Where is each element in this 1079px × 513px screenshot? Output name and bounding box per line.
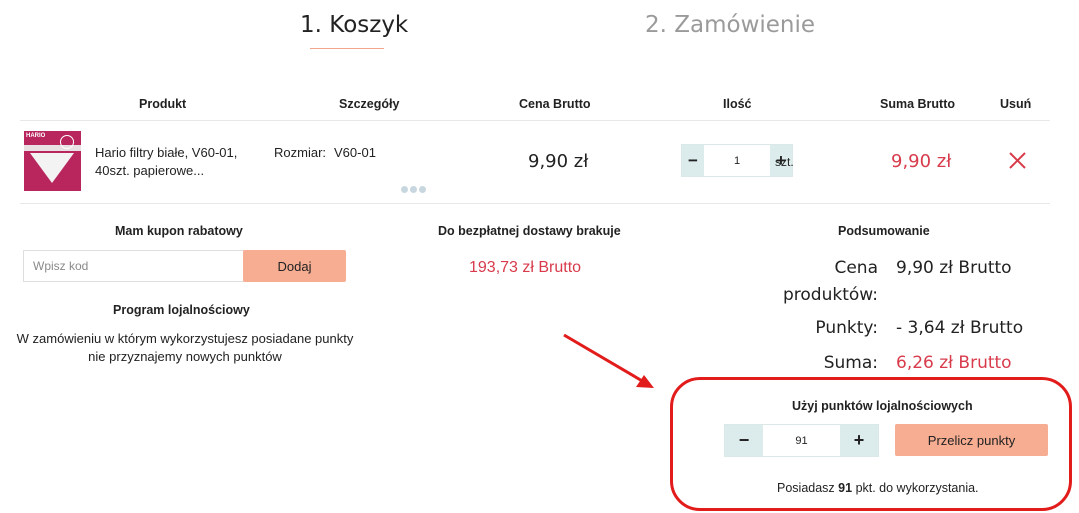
available-points-count: 91 (838, 481, 853, 495)
apply-coupon-button[interactable]: Dodaj (243, 250, 346, 282)
unit-price: 9,90 zł (528, 151, 589, 172)
thumbnail-brand: HARIO (26, 133, 46, 139)
quantity-decrease-button[interactable]: − (682, 145, 704, 176)
header-divider (20, 120, 1050, 121)
remove-item-icon[interactable] (1008, 151, 1027, 170)
thumbnail-logo (60, 135, 74, 149)
annotation-arrow-icon (563, 333, 654, 388)
loyalty-program-text: W zamówieniu w którym wykorzystujesz pos… (16, 331, 354, 364)
product-details: Rozmiar: V60-01 (274, 145, 376, 160)
step-order[interactable]: 2. Zamówienie (645, 12, 815, 38)
header-total: Suma Brutto (880, 97, 955, 111)
header-quantity: Ilość (723, 97, 752, 111)
detail-value: V60-01 (334, 145, 376, 160)
product-cost-value: 9,90 zł Brutto (896, 258, 1012, 278)
available-points-prefix: Posiadasz (777, 481, 835, 495)
free-shipping-amount: 193,73 zł Brutto (469, 259, 582, 276)
total-label: Suma: (823, 353, 878, 373)
more-dots-icon[interactable] (401, 180, 428, 198)
filter-cone-icon (30, 153, 74, 183)
free-shipping-title: Do bezpłatnej dostawy brakuje (438, 224, 621, 238)
points-increase-button[interactable]: + (840, 425, 878, 456)
points-label: Punkty: (815, 318, 878, 338)
use-points-title: Użyj punktów lojalnościowych (792, 399, 973, 413)
quantity-input[interactable]: 1 (704, 145, 770, 176)
step-cart[interactable]: 1. Koszyk (300, 12, 408, 49)
product-thumbnail[interactable]: HARIO (24, 131, 81, 191)
coupon-title: Mam kupon rabatowy (115, 224, 243, 238)
checkout-steps: 1. Koszyk 2. Zamówienie (0, 12, 1079, 52)
row-divider (20, 203, 1050, 204)
available-points-text: Posiadasz 91 pkt. do wykorzystania. (777, 481, 979, 495)
points-value: - 3,64 zł Brutto (896, 318, 1024, 338)
header-remove: Usuń (1000, 97, 1032, 111)
header-details: Szczegóły (339, 97, 400, 111)
loyalty-program-title: Program lojalnościowy (113, 303, 250, 317)
recalculate-points-button[interactable]: Przelicz punkty (895, 424, 1048, 456)
header-price: Cena Brutto (519, 97, 591, 111)
coupon-input[interactable] (23, 250, 244, 282)
summary-title: Podsumowanie (838, 224, 930, 238)
detail-label: Rozmiar: (274, 145, 327, 160)
product-name[interactable]: Hario filtry białe, V60-01, 40szt. papie… (95, 144, 245, 180)
product-cost-label-line1: Cena (834, 258, 878, 278)
total-value: 6,26 zł Brutto (896, 353, 1012, 373)
product-cost-label-line2: produktów: (783, 285, 878, 305)
points-stepper: − 91 + (724, 424, 879, 457)
points-input[interactable]: 91 (763, 425, 840, 456)
points-decrease-button[interactable]: − (725, 425, 763, 456)
row-total: 9,90 zł (891, 151, 952, 172)
available-points-suffix: pkt. do wykorzystania. (855, 481, 979, 495)
header-product: Produkt (139, 97, 187, 111)
quantity-unit: szt. (775, 155, 794, 169)
